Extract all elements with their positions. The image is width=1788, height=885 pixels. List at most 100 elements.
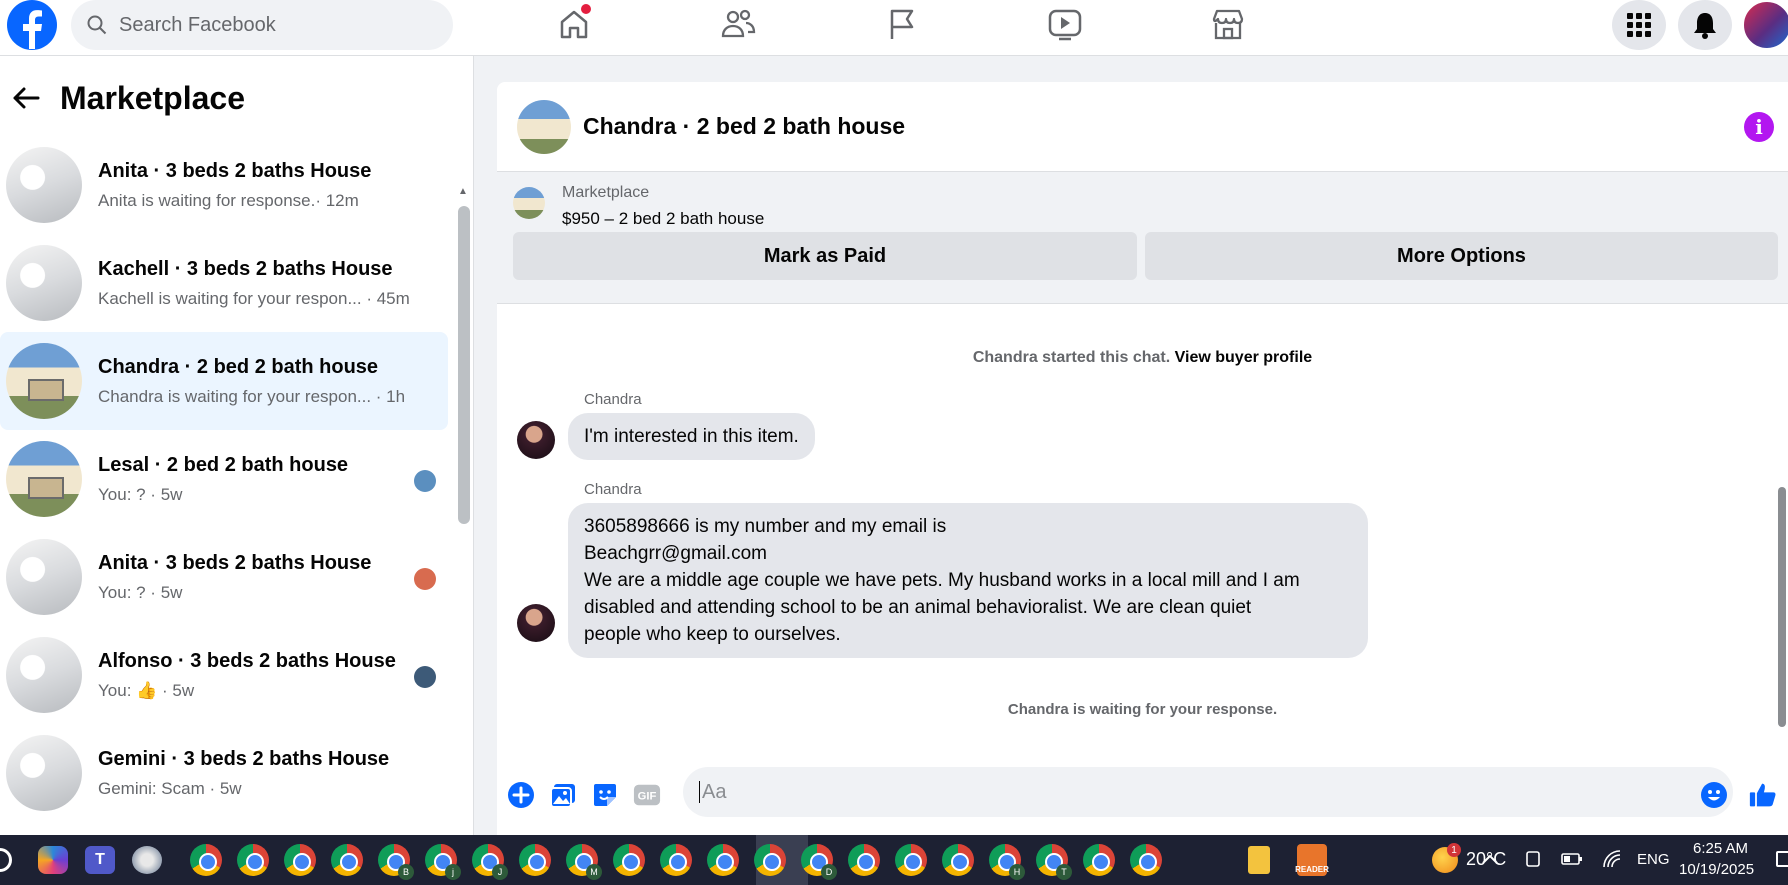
chrome-profile-icon[interactable] — [1130, 844, 1162, 876]
facebook-logo-icon[interactable] — [4, 0, 60, 50]
chrome-profile-icon[interactable] — [190, 844, 222, 876]
seen-avatar — [414, 666, 436, 688]
sidebar-scrollbar[interactable] — [458, 206, 470, 524]
meet-now-icon[interactable] — [1524, 849, 1542, 869]
conversation-thumbnail — [6, 245, 82, 321]
chat-scrollbar[interactable] — [1778, 487, 1786, 727]
message-sender: Chandra — [584, 481, 642, 498]
conversation-item[interactable]: Anita · 3 beds 2 baths House You: ? · 5w — [0, 528, 448, 626]
message-bubble[interactable]: 3605898666 is my number and my email is … — [568, 503, 1368, 658]
chrome-profile-icon[interactable] — [519, 844, 551, 876]
battery-icon[interactable] — [1561, 851, 1583, 867]
clock-date[interactable]: 10/19/2025 — [1679, 861, 1754, 878]
scroll-up-arrow-icon[interactable]: ▲ — [458, 186, 468, 197]
chrome-profile-icon[interactable] — [331, 844, 363, 876]
conversation-text: Anita · 3 beds 2 baths House Anita is wai… — [98, 160, 371, 211]
conversation-title: Chandra · 2 bed 2 bath house — [98, 355, 379, 378]
file-explorer-icon[interactable] — [1248, 846, 1270, 874]
message-line: We are a middle age couple we have pets.… — [584, 570, 1300, 591]
conversation-thumbnail — [6, 147, 82, 223]
conversation-title: Kachell · 3 beds 2 baths House — [98, 257, 393, 280]
search-placeholder: Search Facebook — [119, 13, 276, 36]
message-composer: GIF Aa — [497, 753, 1788, 835]
chat-listing-avatar[interactable] — [517, 99, 571, 154]
search-bar[interactable]: Search Facebook — [71, 0, 453, 50]
chat-title[interactable]: Chandra · 2 bed 2 bath house — [583, 113, 905, 140]
chrome-profile-icon[interactable] — [1083, 844, 1115, 876]
copilot-icon[interactable] — [38, 846, 68, 874]
chrome-profile-icon[interactable]: T — [1036, 844, 1072, 880]
view-buyer-profile-link[interactable]: View buyer profile — [1175, 349, 1313, 366]
conversation-preview: You: ? · 5w — [98, 582, 183, 602]
chrome-profile-badge: D — [821, 864, 837, 880]
conversation-item[interactable]: Lesal · 2 bed 2 bath house You: ? · 5w — [0, 430, 448, 528]
menu-grid-icon[interactable] — [1612, 0, 1666, 50]
friends-icon[interactable] — [713, 4, 763, 44]
like-thumb-icon[interactable] — [1749, 781, 1777, 809]
conversation-item[interactable]: Kachell · 3 beds 2 baths House Kachell is… — [0, 234, 448, 332]
chrome-profile-icon[interactable] — [848, 844, 880, 876]
conversation-text: Lesal · 2 bed 2 bath house You: ? · 5w — [98, 454, 348, 505]
paint-app-icon[interactable] — [132, 846, 162, 874]
home-icon[interactable] — [549, 4, 599, 44]
gif-icon[interactable]: GIF — [633, 781, 661, 809]
notifications-bell-icon[interactable] — [1678, 0, 1732, 50]
add-icon[interactable] — [507, 781, 535, 809]
search-icon — [87, 15, 107, 35]
emoji-icon[interactable] — [1700, 781, 1728, 809]
more-options-button[interactable]: More Options — [1145, 232, 1778, 280]
conversation-item[interactable]: Anita · 3 beds 2 baths House Anita is wai… — [0, 136, 448, 234]
listing-price-title[interactable]: $950 – 2 bed 2 bath house — [562, 209, 764, 229]
teams-icon[interactable]: T — [85, 846, 115, 874]
seen-avatar — [414, 568, 436, 590]
chrome-profile-icon[interactable]: D — [801, 844, 837, 880]
back-arrow-icon[interactable] — [12, 86, 44, 110]
message-input[interactable]: Aa — [683, 767, 1733, 817]
chrome-profile-icon[interactable] — [237, 844, 269, 876]
marketplace-store-icon[interactable] — [1203, 4, 1253, 44]
conversation-preview: Anita is waiting for response.· 12m — [98, 190, 359, 210]
message-bubble[interactable]: I'm interested in this item. — [568, 413, 815, 460]
pages-flag-icon[interactable] — [877, 4, 927, 44]
profile-avatar[interactable] — [1742, 0, 1788, 50]
tray-expand-chevron-icon[interactable] — [1481, 853, 1499, 865]
chrome-profile-icon[interactable]: H — [989, 844, 1025, 880]
reader-app-icon[interactable]: READER — [1295, 844, 1329, 876]
clock-time[interactable]: 6:25 AM — [1693, 840, 1748, 857]
sender-avatar[interactable] — [517, 604, 555, 642]
chrome-profile-icon[interactable]: M — [566, 844, 602, 880]
chrome-profile-icon[interactable] — [660, 844, 692, 876]
chat-started-text: Chandra started this chat. — [972, 349, 1171, 366]
chrome-profile-icon[interactable]: B — [378, 844, 414, 880]
notification-center-icon[interactable] — [1776, 851, 1788, 867]
watch-video-icon[interactable] — [1040, 4, 1090, 44]
chrome-profile-icon[interactable] — [754, 844, 786, 876]
chrome-profile-badge: M — [586, 864, 602, 880]
wifi-icon[interactable] — [1602, 849, 1624, 869]
chrome-profile-icon[interactable] — [895, 844, 927, 876]
message-line: people who keep to ourselves. — [584, 624, 841, 645]
search-taskbar-icon[interactable] — [0, 848, 12, 872]
listing-source: Marketplace — [562, 184, 650, 201]
chrome-profile-icon[interactable] — [707, 844, 739, 876]
conversation-item[interactable]: Gemini · 3 beds 2 baths House Gemini: Sca… — [0, 724, 448, 822]
listing-thumbnail[interactable] — [513, 187, 545, 219]
chrome-profile-icon[interactable] — [284, 844, 316, 876]
conversation-item[interactable]: Chandra · 2 bed 2 bath house Chandra is w… — [0, 332, 448, 430]
photo-icon[interactable] — [549, 781, 577, 809]
info-icon[interactable]: i — [1744, 112, 1774, 142]
conversation-preview: You: 👍 · 5w — [98, 680, 195, 700]
message-sender: Chandra — [584, 391, 642, 408]
chrome-profile-badge: J — [492, 864, 508, 880]
chrome-profile-icon[interactable] — [942, 844, 974, 876]
chrome-profile-icon[interactable]: j — [425, 844, 461, 880]
input-language[interactable]: ENG — [1637, 851, 1670, 868]
waiting-notice: Chandra is waiting for your response. — [1007, 701, 1278, 718]
conversation-item[interactable]: Alfonso · 3 beds 2 baths House You: 👍 · 5… — [0, 626, 448, 724]
chrome-profile-icon[interactable]: J — [472, 844, 508, 880]
chrome-profile-icon[interactable] — [613, 844, 645, 876]
sender-avatar[interactable] — [517, 421, 555, 459]
sticker-icon[interactable] — [591, 781, 619, 809]
mark-as-paid-button[interactable]: Mark as Paid — [513, 232, 1137, 280]
conversation-list: Anita · 3 beds 2 baths House Anita is wai… — [0, 136, 448, 822]
